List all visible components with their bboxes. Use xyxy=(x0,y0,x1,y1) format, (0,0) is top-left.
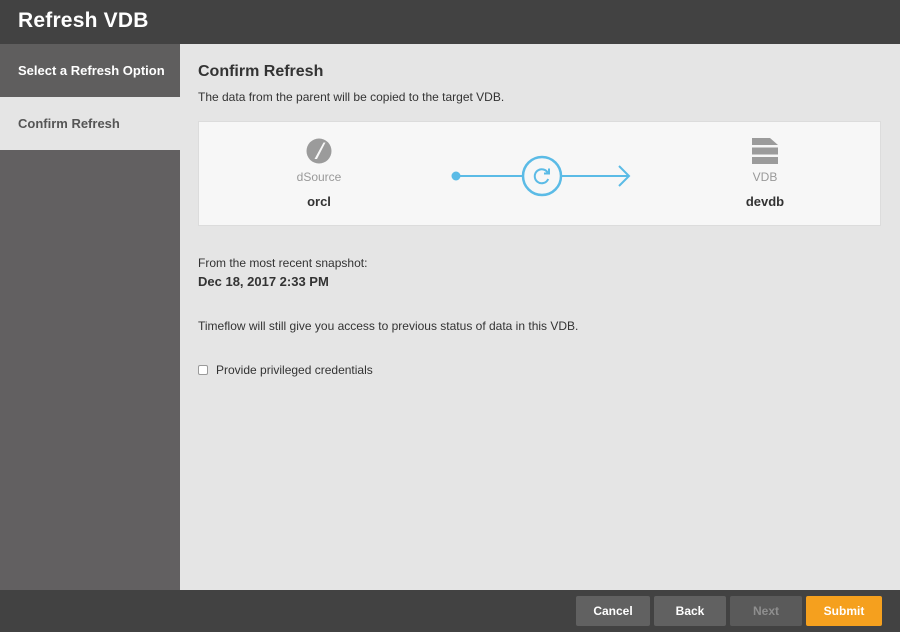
target-type-label: VDB xyxy=(752,170,778,184)
sidebar-item-confirm-refresh[interactable]: Confirm Refresh xyxy=(0,97,180,150)
cancel-button[interactable]: Cancel xyxy=(576,596,650,626)
back-button[interactable]: Back xyxy=(654,596,726,626)
snapshot-label: From the most recent snapshot: xyxy=(198,256,368,270)
dialog-title: Refresh VDB xyxy=(18,9,149,32)
dsource-icon xyxy=(306,138,332,164)
page-subtitle: The data from the parent will be copied … xyxy=(198,90,505,104)
sidebar-item-label: Confirm Refresh xyxy=(18,116,120,131)
privileged-credentials-label: Provide privileged credentials xyxy=(216,363,373,377)
submit-button[interactable]: Submit xyxy=(806,596,882,626)
source-name: orcl xyxy=(307,194,331,209)
privileged-credentials-checkbox[interactable] xyxy=(198,365,208,375)
refresh-flow-panel: dSource orcl VDB devdb xyxy=(198,121,881,226)
refresh-flow-arrow xyxy=(451,155,631,197)
refresh-icon xyxy=(521,155,563,197)
wizard-steps-sidebar: Select a Refresh Option Confirm Refresh xyxy=(0,44,180,590)
vdb-stack-icon xyxy=(752,138,778,164)
sidebar-item-label: Select a Refresh Option xyxy=(18,63,165,78)
snapshot-date: Dec 18, 2017 2:33 PM xyxy=(198,274,329,289)
source-type-label: dSource xyxy=(296,170,342,184)
dialog-footer: Cancel Back Next Submit xyxy=(0,590,900,632)
next-button[interactable]: Next xyxy=(730,596,802,626)
timeflow-note: Timeflow will still give you access to p… xyxy=(198,319,579,333)
page-title: Confirm Refresh xyxy=(198,63,324,80)
dialog-titlebar: Refresh VDB xyxy=(0,0,900,44)
sidebar-item-select-refresh-option[interactable]: Select a Refresh Option xyxy=(0,44,180,97)
main-content: Confirm Refresh The data from the parent… xyxy=(180,44,900,590)
target-name: devdb xyxy=(745,194,785,209)
